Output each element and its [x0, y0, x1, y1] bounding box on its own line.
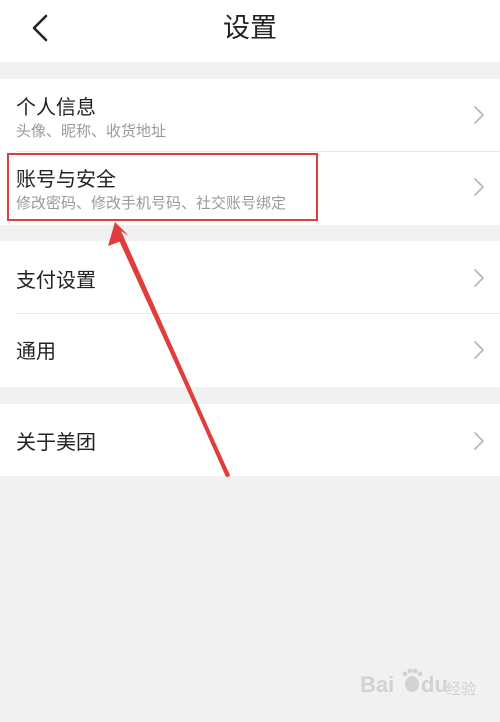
svg-text:du: du [421, 672, 448, 697]
svg-text:经验: 经验 [446, 680, 476, 698]
baidu-jingyan-watermark: Bai du 经验 [360, 668, 476, 698]
annotation-arrow [108, 222, 230, 477]
svg-text:Bai: Bai [360, 672, 394, 697]
